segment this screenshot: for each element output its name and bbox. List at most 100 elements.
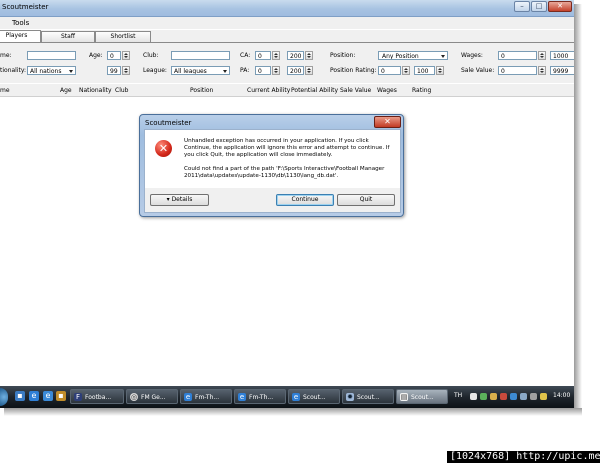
taskbar-item-label: FM Ge... [141,394,166,401]
column-header-current-ability[interactable]: Current Ability [247,87,290,94]
position-rating-min-input[interactable]: 0 [378,66,401,75]
details-button-label: Details [171,196,193,203]
monitor-icon[interactable] [520,393,527,400]
nationality-select[interactable]: All nations [27,66,76,75]
position-select[interactable]: Any Position [378,51,448,60]
ca-min-input[interactable]: 0 [255,51,271,60]
age-min-input[interactable]: 0 [107,51,121,60]
tab-shortlist[interactable]: Shortlist [95,31,151,42]
results-header: me Age Nationality Club Position Current… [0,84,574,97]
pa-min-input[interactable]: 0 [255,66,271,75]
dialog-footer: ▾ Details Continue Quit [144,188,401,213]
chevron-down-icon [441,55,445,58]
position-rating-min-spinner[interactable] [402,66,410,75]
close-icon[interactable]: ✕ [374,116,401,128]
clock[interactable]: 14:00 [553,392,570,399]
column-header-sale-value[interactable]: Sale Value [340,87,371,94]
taskbar: ▪ e e ▪ F Footba... ◎ FM Ge... e Fm-Th..… [0,386,574,408]
ie-icon: e [292,393,300,401]
dialog-body: ✕ Unhandled exception has occurred in yo… [144,129,401,189]
error-icon: ✕ [155,140,172,157]
pa-max-input[interactable]: 200 [287,66,304,75]
ca-min-spinner[interactable] [272,51,280,60]
league-select[interactable]: All leagues [171,66,230,75]
folder-icon[interactable]: ▪ [56,391,66,401]
ca-max-input[interactable]: 200 [287,51,304,60]
photo-shadow-right [574,4,582,408]
ie-icon: e [184,393,192,401]
quit-button[interactable]: Quit [337,194,395,206]
taskbar-item[interactable]: ◎ FM Ge... [126,389,178,404]
ca-label: CA: [240,52,251,59]
ie-icon[interactable]: e [29,391,39,401]
name-input[interactable] [27,51,76,60]
position-rating-label: Position Rating: [330,67,377,74]
menu-tools[interactable]: Tools [12,19,29,27]
column-header-club[interactable]: Club [115,87,128,94]
shield-icon[interactable] [490,393,497,400]
continue-button[interactable]: Continue [276,194,334,206]
sale-value-min-input[interactable]: 0 [498,66,537,75]
taskbar-item[interactable]: e Fm-Th... [180,389,232,404]
chevron-down-icon: ▾ [166,196,170,203]
sale-value-min-spinner[interactable] [538,66,546,75]
window-icon: ▤ [400,393,408,401]
chrome-icon: ◎ [130,393,138,401]
menu-bar: Tools [0,17,574,29]
column-header-age[interactable]: Age [60,87,72,94]
pa-max-spinner[interactable] [305,66,313,75]
age-min-spinner[interactable] [122,51,130,60]
system-tray: TH 14:00 [440,389,574,405]
chevron-left-icon[interactable] [470,393,477,400]
window-title: Scoutmeister [2,3,49,11]
taskbar-item-label: Scout... [357,394,380,401]
club-input[interactable] [171,51,230,60]
wages-min-spinner[interactable] [538,51,546,60]
details-button[interactable]: ▾ Details [150,194,209,206]
wages-min-input[interactable]: 0 [498,51,537,60]
chevron-down-icon [223,70,227,73]
age-max-input[interactable]: 99 [107,66,121,75]
age-max-spinner[interactable] [122,66,130,75]
taskbar-item[interactable]: ✹ Scout... [342,389,394,404]
language-indicator[interactable]: TH [454,392,462,399]
title-bar[interactable]: Scoutmeister – □ ✕ [0,0,574,17]
taskbar-item-label: Footba... [85,394,112,401]
fm-icon: F [74,393,82,401]
pa-min-spinner[interactable] [272,66,280,75]
volume-icon[interactable] [530,393,537,400]
position-rating-max-input[interactable]: 100 [414,66,435,75]
bluetooth-icon[interactable] [510,393,517,400]
column-header-nationality[interactable]: Nationality [79,87,112,94]
dialog-title: Scoutmeister [145,119,192,127]
power-icon[interactable] [540,393,547,400]
taskbar-item[interactable]: F Footba... [70,389,124,404]
taskbar-item[interactable]: e Scout... [288,389,340,404]
league-value: All leagues [174,68,207,75]
column-header-rating[interactable]: Rating [412,87,431,94]
ca-max-spinner[interactable] [305,51,313,60]
close-icon[interactable]: ✕ [548,1,572,12]
antivirus-icon[interactable] [500,393,507,400]
ie-icon: e [238,393,246,401]
ie-icon[interactable]: e [43,391,53,401]
column-header-potential-ability[interactable]: Potential Ability [291,87,338,94]
column-header-name[interactable]: me [0,87,10,94]
position-label: Position: [330,52,356,59]
network-icon[interactable] [480,393,487,400]
position-rating-max-spinner[interactable] [436,66,444,75]
sale-value-max-input[interactable]: 9999 [550,66,574,75]
minimize-icon[interactable]: – [514,1,530,12]
wages-max-input[interactable]: 1000 [550,51,574,60]
show-desktop-icon[interactable]: ▪ [15,391,25,401]
column-header-wages[interactable]: Wages [377,87,397,94]
start-button[interactable] [0,388,8,406]
taskbar-item[interactable]: e Fm-Th... [234,389,286,404]
app-window: Scoutmeister – □ ✕ Tools Players Staff S… [0,0,574,408]
tab-staff[interactable]: Staff [41,31,95,42]
maximize-icon[interactable]: □ [531,1,547,12]
nationality-label: tionality: [0,67,26,74]
tab-players[interactable]: Players [0,30,41,42]
dialog-message-line: 2011\data\updates\update-1130\db\1130\la… [184,173,339,179]
column-header-position[interactable]: Position [190,87,213,94]
